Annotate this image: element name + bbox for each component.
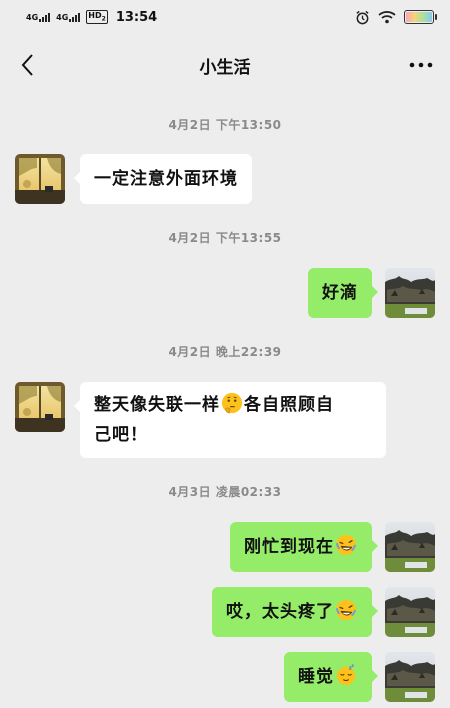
chevron-left-icon xyxy=(21,54,33,76)
message-timestamp: 4月2日 下午13:55 xyxy=(168,231,282,245)
chat-header: 小生活 xyxy=(0,40,450,90)
chat-title: 小生活 xyxy=(199,57,251,78)
alarm-icon xyxy=(356,10,369,24)
more-options-button[interactable] xyxy=(406,52,436,78)
battery-icon xyxy=(404,10,437,24)
rolling-laugh-emoji xyxy=(335,534,357,556)
hd-voice-icon: HD2 xyxy=(86,9,108,25)
svg-text:z: z xyxy=(352,664,355,668)
contact-avatar[interactable] xyxy=(15,154,65,204)
more-dots-icon xyxy=(409,62,433,68)
back-button[interactable] xyxy=(14,52,40,78)
status-left: 4G 4G HD2 13:54 xyxy=(26,10,157,25)
message-text: 哎，太头疼了 xyxy=(226,602,334,622)
message-text: 整天像失联一样 xyxy=(94,395,220,415)
thinking-face-emoji xyxy=(221,392,243,414)
message-text: 睡觉 xyxy=(298,667,334,687)
self-avatar[interactable] xyxy=(385,268,435,318)
self-avatar[interactable] xyxy=(385,652,435,702)
self-avatar[interactable] xyxy=(385,522,435,572)
message-bubble[interactable]: 哎，太头疼了 xyxy=(212,587,378,637)
signal-bars-icon xyxy=(69,12,81,22)
signal-bars-icon xyxy=(39,12,51,22)
status-right xyxy=(355,10,437,25)
battery-level xyxy=(406,12,432,22)
message-bubble[interactable]: 一定注意外面环境 xyxy=(74,154,252,204)
signal-indicator-2: 4G xyxy=(56,12,81,22)
message-text: 各自照顾自 xyxy=(244,395,334,415)
message-bubble[interactable]: 刚忙到现在 xyxy=(230,522,378,572)
message-bubble[interactable]: 整天像失联一样 各自照顾自己吧！ xyxy=(74,382,386,458)
message-bubble[interactable]: 好滴 xyxy=(308,268,378,318)
network-type-1: 4G xyxy=(26,13,39,22)
contact-avatar[interactable] xyxy=(15,382,65,432)
message-timestamp: 4月2日 下午13:50 xyxy=(168,118,282,132)
message-text: 一定注意外面环境 xyxy=(94,169,238,189)
signal-indicator-1: 4G xyxy=(26,12,51,22)
rolling-laugh-emoji xyxy=(335,599,357,621)
message-text: 己吧！ xyxy=(94,425,148,445)
message-timestamp: 4月3日 凌晨02:33 xyxy=(168,485,282,499)
network-type-2: 4G xyxy=(56,13,69,22)
message-bubble[interactable]: 睡觉 z z xyxy=(284,652,378,702)
status-bar: 4G 4G HD2 13:54 xyxy=(0,0,450,34)
wifi-icon xyxy=(378,11,396,24)
message-timestamp: 4月2日 晚上22:39 xyxy=(168,345,282,359)
self-avatar[interactable] xyxy=(385,587,435,637)
message-text: 好滴 xyxy=(322,283,358,303)
status-time: 13:54 xyxy=(115,9,158,25)
sleeping-face-emoji: z z xyxy=(336,664,356,686)
message-text: 刚忙到现在 xyxy=(244,537,334,557)
